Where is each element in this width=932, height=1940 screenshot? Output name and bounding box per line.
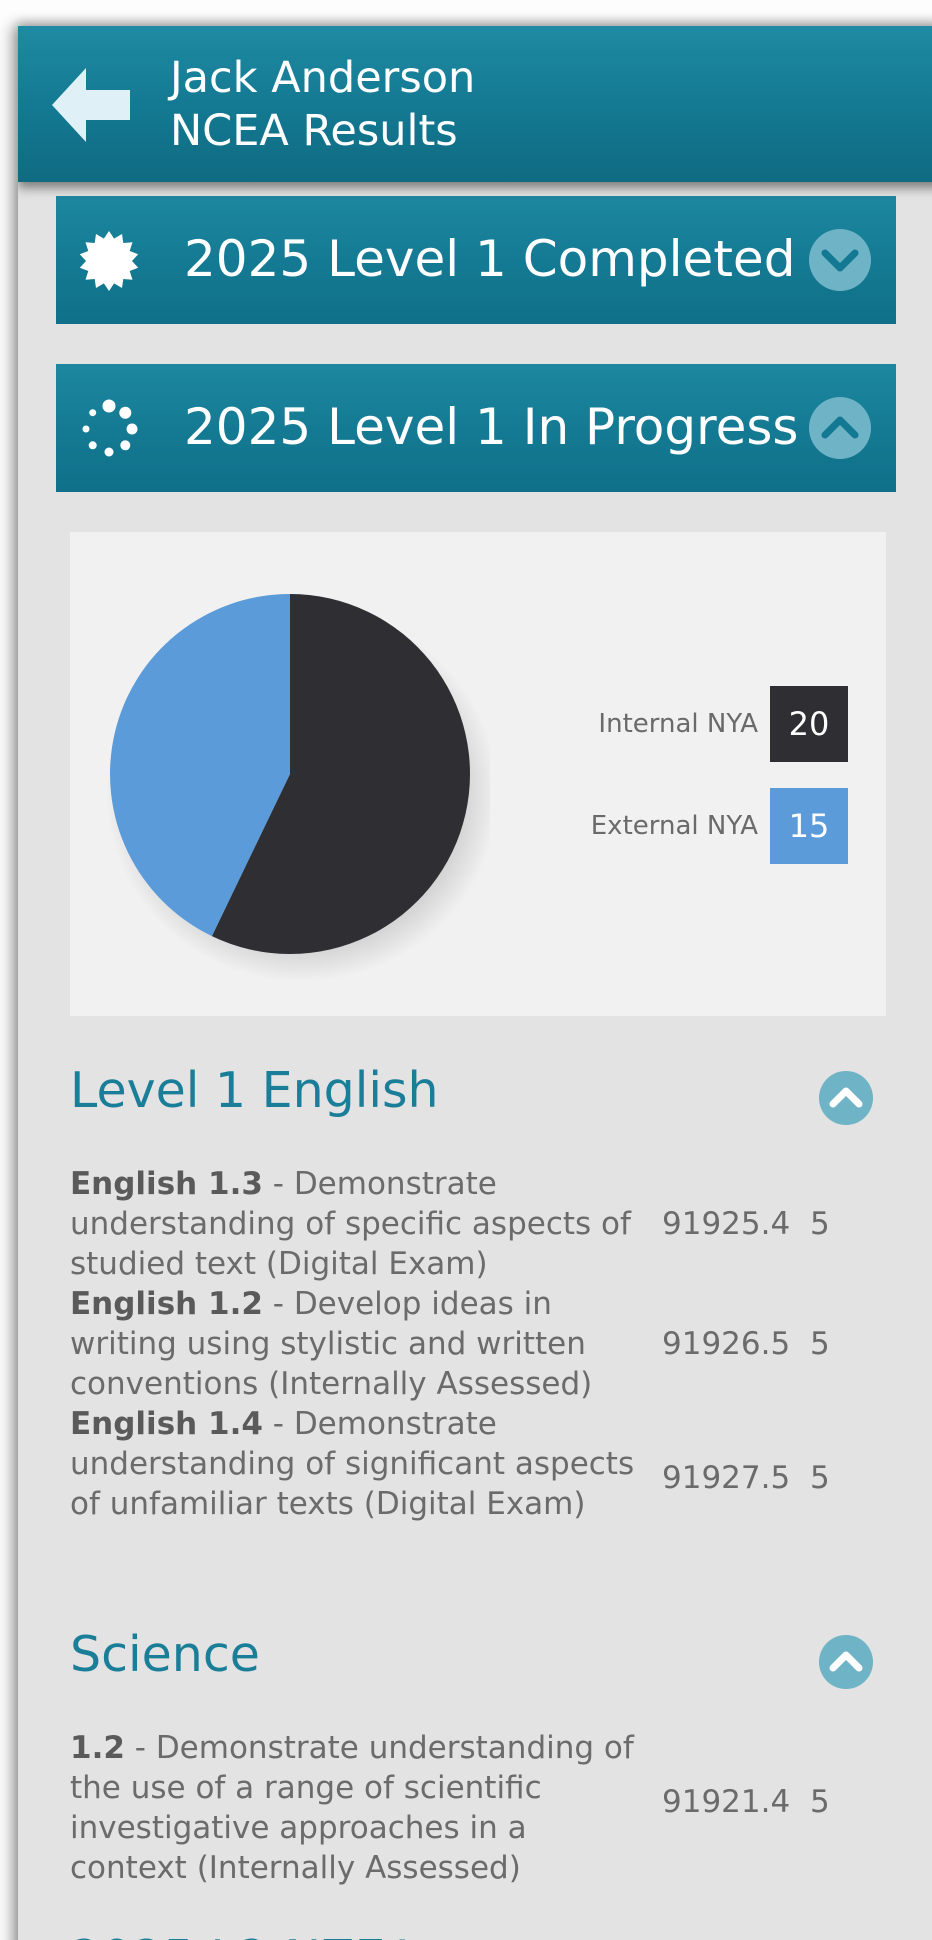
student-name: Jack Anderson	[170, 53, 476, 103]
app-window: Jack Anderson NCEA Results 2025 Level 1 …	[18, 26, 932, 1940]
credits-chart-card: Internal NYA 20 External NYA 15	[70, 532, 886, 1016]
spinner-dot	[126, 423, 138, 435]
app-bar-title: Jack Anderson NCEA Results	[170, 52, 475, 158]
spinner-dot	[82, 425, 90, 433]
spinner-dot	[120, 440, 131, 451]
in-progress-spinner-icon	[82, 399, 138, 457]
spinner-dot	[102, 399, 116, 413]
legend-item-internal: Internal NYA 20	[598, 686, 848, 762]
standard-row[interactable]: English 1.2 - Develop ideas in writing u…	[70, 1284, 870, 1404]
legend-value-internal: 20	[770, 686, 848, 762]
legend-item-external: External NYA 15	[591, 788, 848, 864]
section-header-completed[interactable]: 2025 Level 1 Completed	[56, 196, 896, 324]
standard-code: 91921.4	[662, 1784, 791, 1820]
chevron-up-icon[interactable]	[818, 1634, 874, 1690]
chevron-up-icon[interactable]	[808, 396, 872, 460]
page-subtitle: NCEA Results	[170, 106, 458, 156]
standard-code: 91926.5	[662, 1326, 791, 1362]
standard-row[interactable]: English 1.4 - Demonstrate understanding …	[70, 1404, 870, 1564]
legend-value-external: 15	[770, 788, 848, 864]
standard-description: 1.2 - Demonstrate understanding of the u…	[70, 1730, 634, 1886]
screen: Jack Anderson NCEA Results 2025 Level 1 …	[0, 0, 932, 1940]
back-arrow-icon[interactable]	[46, 60, 136, 150]
subject-title-english: Level 1 English	[70, 1062, 439, 1119]
legend-label-external: External NYA	[590, 811, 758, 841]
app-bar: Jack Anderson NCEA Results	[18, 26, 932, 182]
standard-credits: 5	[810, 1326, 830, 1362]
completed-badge-icon	[79, 231, 139, 291]
standard-code: 91927.5	[662, 1460, 791, 1496]
standard-credits: 5	[810, 1784, 830, 1820]
standard-credits: 5	[810, 1460, 830, 1496]
subject-title-next: 2025 L2 NZEA	[70, 1930, 419, 1940]
section-label-in-progress: 2025 Level 1 In Progress	[184, 398, 799, 456]
standard-description: English 1.2 - Develop ideas in writing u…	[70, 1286, 593, 1402]
standard-credits: 5	[810, 1206, 830, 1242]
credits-pie-chart	[106, 594, 490, 982]
standard-row[interactable]: English 1.3 - Demonstrate understanding …	[70, 1164, 870, 1284]
standard-code: 91925.4	[662, 1206, 791, 1242]
section-label-completed: 2025 Level 1 Completed	[184, 230, 796, 288]
standard-row[interactable]: 1.2 - Demonstrate understanding of the u…	[70, 1728, 870, 1888]
standard-description: English 1.4 - Demonstrate understanding …	[70, 1406, 635, 1522]
chevron-down-icon[interactable]	[808, 228, 872, 292]
chevron-up-icon[interactable]	[818, 1070, 874, 1126]
spinner-dot	[104, 447, 114, 457]
subject-title-science: Science	[70, 1626, 260, 1683]
legend-label-internal: Internal NYA	[598, 709, 758, 739]
spinner-dot	[119, 406, 132, 419]
spinner-dot	[88, 441, 97, 450]
burst-shape	[79, 231, 139, 291]
standard-description: English 1.3 - Demonstrate understanding …	[70, 1166, 631, 1282]
spinner-dot	[89, 409, 97, 417]
section-header-in-progress[interactable]: 2025 Level 1 In Progress	[56, 364, 896, 492]
